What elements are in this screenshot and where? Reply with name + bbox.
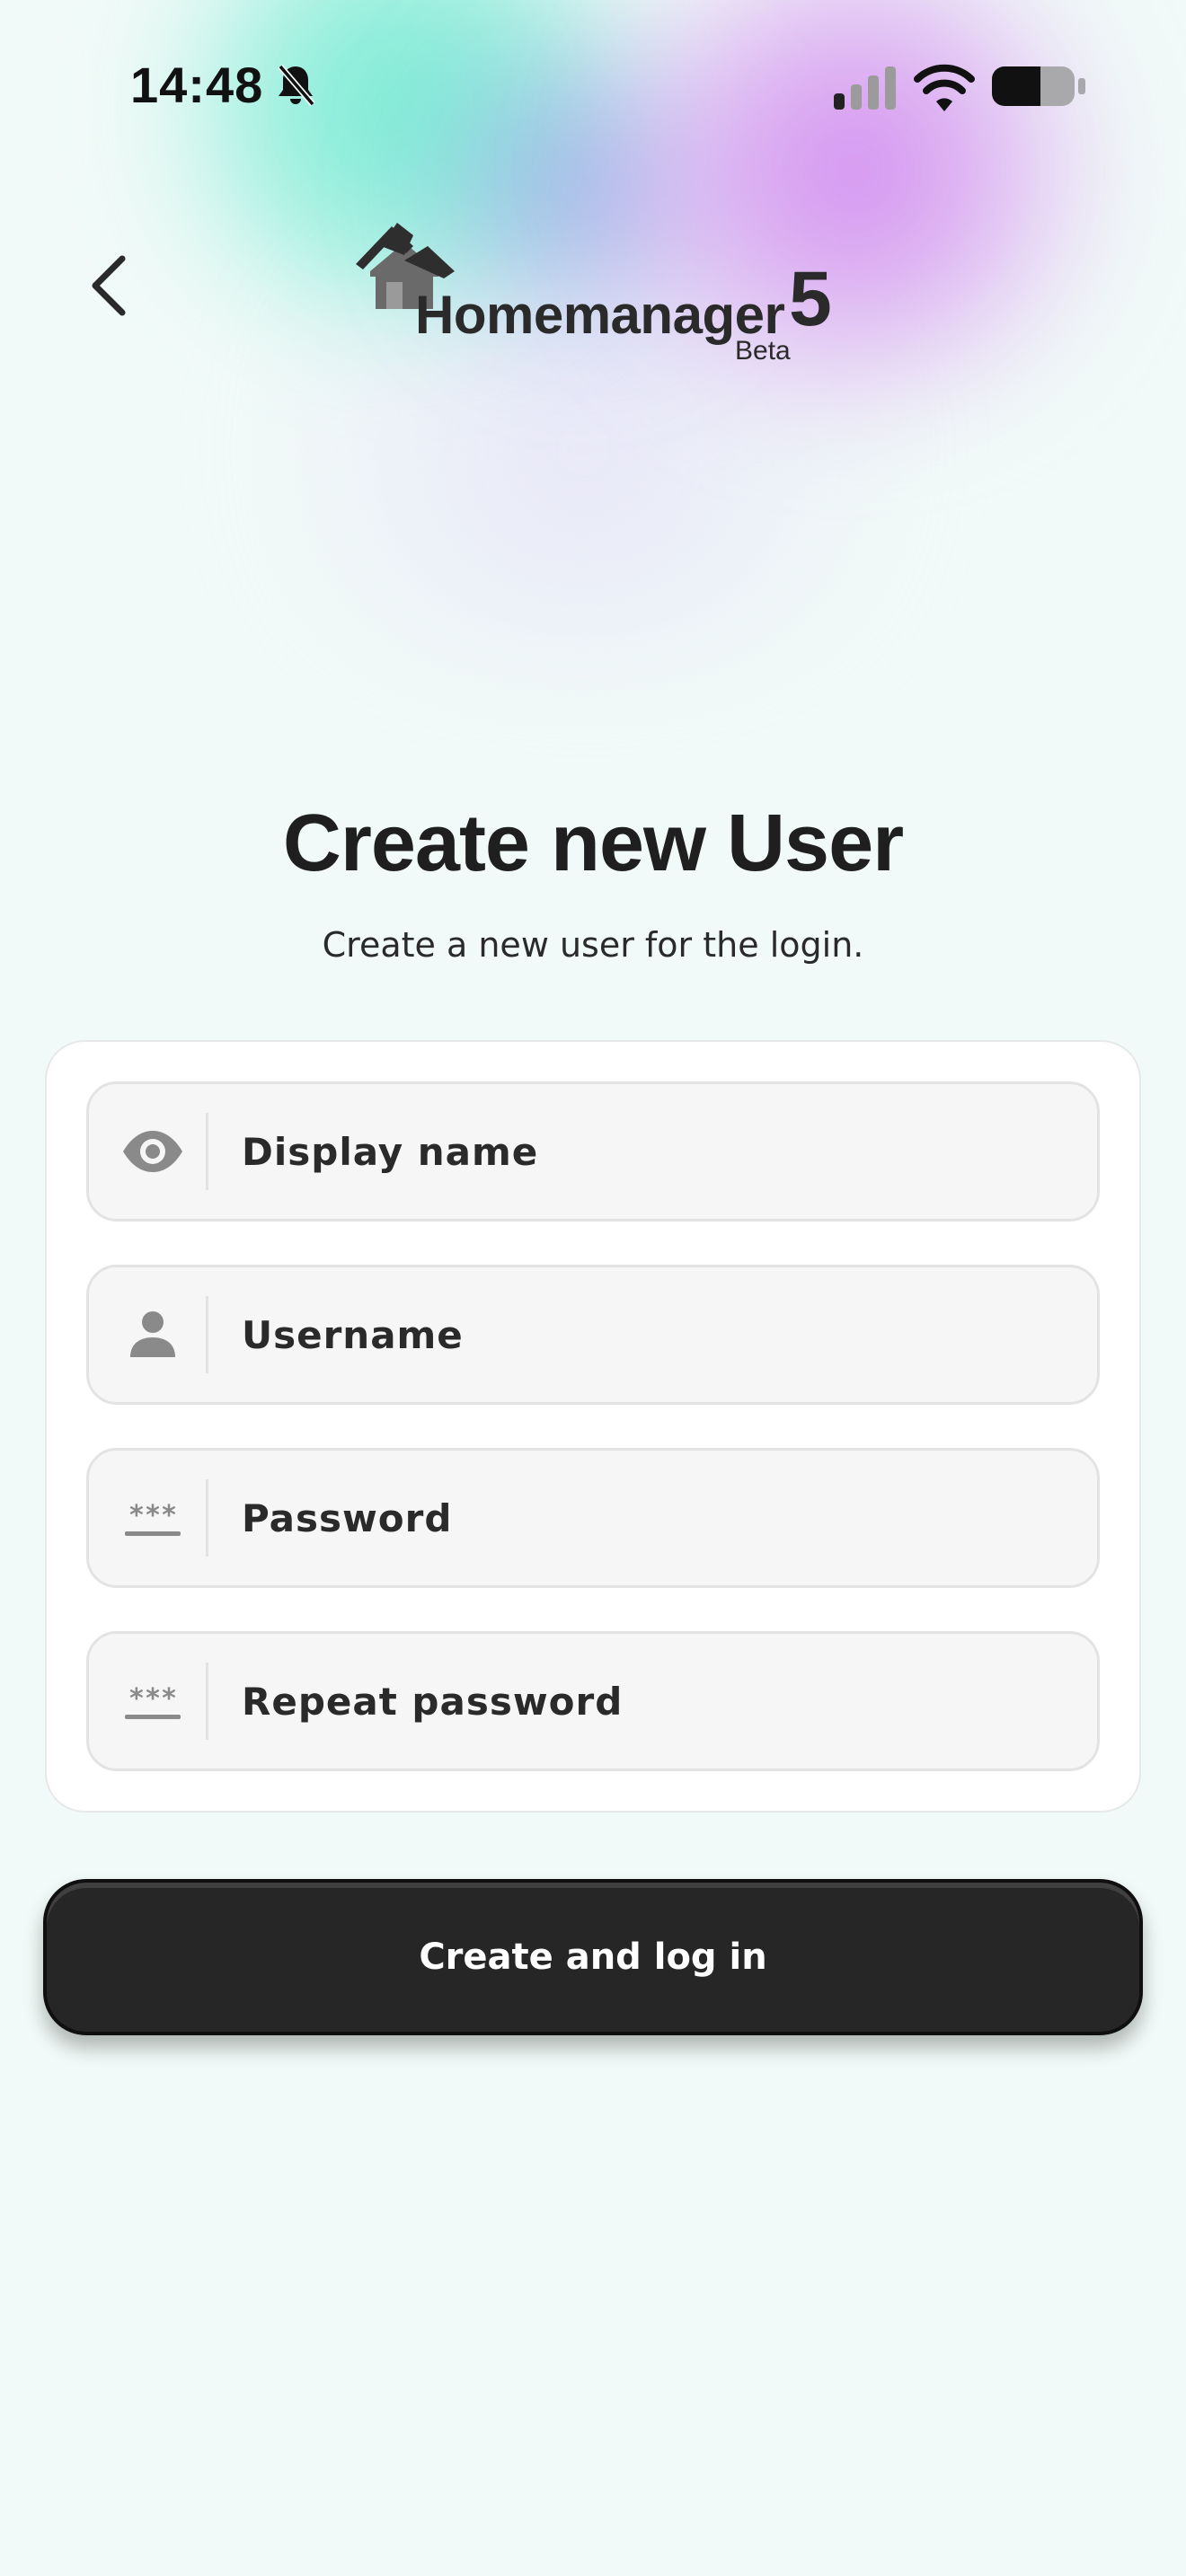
password-icon: *** — [125, 1500, 181, 1536]
page-subtitle: Create a new user for the login. — [322, 925, 864, 965]
svg-text:***: *** — [128, 1500, 177, 1531]
field-divider — [206, 1113, 208, 1190]
display-name-field[interactable] — [86, 1081, 1100, 1222]
field-divider — [206, 1296, 208, 1373]
create-and-login-button[interactable]: Create and log in — [43, 1879, 1143, 2035]
username-input[interactable] — [242, 1267, 1050, 1402]
logo-name: Homemanager — [415, 285, 785, 345]
back-button[interactable] — [79, 250, 142, 322]
password-field[interactable]: *** — [86, 1448, 1100, 1588]
status-time: 14:48 — [130, 57, 264, 113]
logo-version: 5 — [789, 256, 832, 342]
cellular-signal-icon — [834, 66, 896, 110]
logo-beta-badge: Beta — [735, 336, 791, 366]
svg-text:***: *** — [128, 1683, 177, 1715]
field-divider — [206, 1479, 208, 1557]
repeat-password-field[interactable]: *** — [86, 1631, 1100, 1771]
app-logo: Homemanager 5 Beta — [350, 219, 836, 372]
page-title: Create new User — [282, 798, 904, 888]
repeat-password-input[interactable] — [242, 1634, 1050, 1769]
battery-icon — [992, 66, 1085, 106]
status-bar: 14:48 — [0, 0, 1186, 171]
password-icon: *** — [125, 1683, 181, 1719]
wifi-icon — [914, 64, 975, 111]
field-divider — [206, 1663, 208, 1740]
person-icon — [130, 1311, 175, 1357]
display-name-input[interactable] — [242, 1084, 1050, 1219]
eye-icon — [123, 1131, 182, 1172]
bell-slash-icon — [278, 64, 315, 107]
password-input[interactable] — [242, 1451, 1050, 1585]
username-field[interactable] — [86, 1265, 1100, 1405]
create-user-form: *** *** — [45, 1040, 1141, 1813]
